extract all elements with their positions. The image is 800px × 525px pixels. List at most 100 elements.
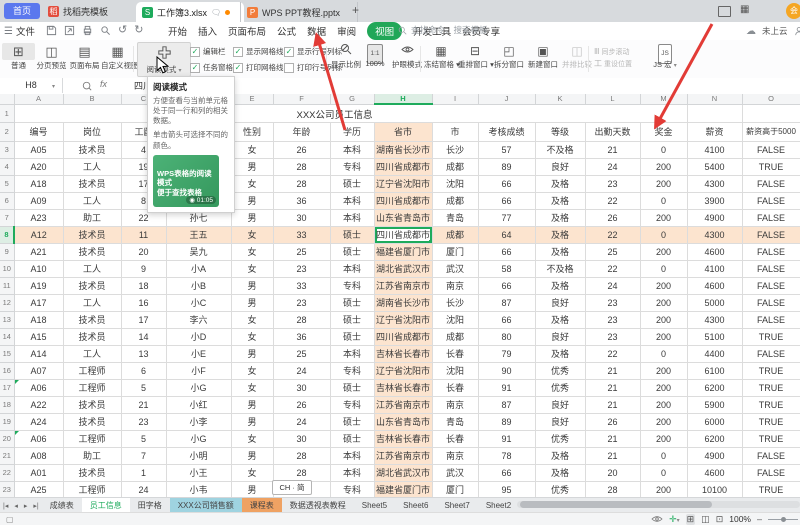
cell-E5[interactable]: 女 (231, 175, 273, 192)
cell-N14[interactable]: 5100 (687, 328, 742, 345)
cell-O14[interactable]: TRUE (742, 328, 800, 345)
cell-M8[interactable]: 0 (640, 226, 687, 243)
row-header[interactable]: 16 (0, 362, 14, 379)
cell-J13[interactable]: 66 (478, 311, 535, 328)
row-header[interactable]: 17 (0, 379, 14, 396)
cell-C8[interactable]: 11 (121, 226, 166, 243)
cell-J22[interactable]: 66 (478, 464, 535, 481)
cell-J5[interactable]: 66 (478, 175, 535, 192)
cell-A14[interactable]: A15 (14, 328, 63, 345)
cell-B9[interactable]: 技术员 (63, 243, 121, 260)
cell-J17[interactable]: 91 (478, 379, 535, 396)
cell-J18[interactable]: 87 (478, 396, 535, 413)
cell-K21[interactable]: 及格 (535, 447, 585, 464)
cell-A15[interactable]: A14 (14, 345, 63, 362)
cell-G10[interactable]: 本科 (330, 260, 374, 277)
cell-C19[interactable]: 23 (121, 413, 166, 430)
cell-N9[interactable]: 4600 (687, 243, 742, 260)
cell-B14[interactable]: 技术员 (63, 328, 121, 345)
cell-C10[interactable]: 9 (121, 260, 166, 277)
cell-D12[interactable]: 小C (166, 294, 231, 311)
cell-N11[interactable]: 4600 (687, 277, 742, 294)
cell-H3[interactable]: 湖南省长沙市 (374, 141, 432, 158)
cell-N20[interactable]: 6200 (687, 430, 742, 447)
column-header-J[interactable]: J (478, 94, 535, 104)
cell-B23[interactable]: 工程师 (63, 481, 121, 498)
cell-E16[interactable]: 女 (231, 362, 273, 379)
cell-B11[interactable]: 技术员 (63, 277, 121, 294)
cell-G9[interactable]: 硕士 (330, 243, 374, 260)
cell-K8[interactable]: 及格 (535, 226, 585, 243)
menu-item-插入[interactable]: 插入 (198, 24, 217, 38)
cell-M4[interactable]: 200 (640, 158, 687, 175)
header-cell[interactable]: 岗位 (63, 122, 121, 141)
checkbox-打印网格线[interactable]: ✓打印网格线 (233, 62, 284, 73)
header-cell[interactable]: 薪资高于5000 (742, 122, 800, 141)
reading-mode-status-icon[interactable]: ✛▾ (669, 514, 680, 525)
cell-N10[interactable]: 4100 (687, 260, 742, 277)
column-header-A[interactable]: A (14, 94, 63, 104)
sheet-tab-员工信息[interactable]: 员工信息 (82, 498, 130, 513)
row-header[interactable]: 18 (0, 396, 14, 413)
cell-A20[interactable]: A06 (14, 430, 63, 447)
cell-O3[interactable]: FALSE (742, 141, 800, 158)
row-header[interactable]: 10 (0, 260, 14, 277)
column-header-M[interactable]: M (640, 94, 687, 104)
cell-H8[interactable]: 四川省成都市 (374, 226, 432, 243)
home-tab[interactable]: 首页 (4, 3, 40, 19)
cell-F5[interactable]: 28 (273, 175, 330, 192)
cell-G15[interactable]: 本科 (330, 345, 374, 362)
cell-D11[interactable]: 小B (166, 277, 231, 294)
sheet-title-cell[interactable]: XXX公司员工信息 (14, 104, 687, 122)
app-grid-icon[interactable]: ▦ (740, 4, 749, 15)
sheet-tab-成绩表[interactable]: 成绩表 (42, 498, 82, 513)
cell-A8[interactable]: A12 (14, 226, 63, 243)
header-cell[interactable]: 出勤天数 (585, 122, 640, 141)
cell-D22[interactable]: 小王 (166, 464, 231, 481)
cell-D9[interactable]: 吴九 (166, 243, 231, 260)
cell-L6[interactable]: 22 (585, 192, 640, 209)
cell-C21[interactable]: 7 (121, 447, 166, 464)
row-header[interactable]: 7 (0, 209, 14, 226)
cell-O16[interactable]: TRUE (742, 362, 800, 379)
cell-E13[interactable]: 女 (231, 311, 273, 328)
cell-B6[interactable]: 工人 (63, 192, 121, 209)
cell-H6[interactable]: 四川省成都市 (374, 192, 432, 209)
cell-H11[interactable]: 江苏省南京市 (374, 277, 432, 294)
cell-O21[interactable]: FALSE (742, 447, 800, 464)
cell-I22[interactable]: 武汉 (432, 464, 478, 481)
cell-L13[interactable]: 23 (585, 311, 640, 328)
cell[interactable] (687, 104, 742, 122)
cell-F8[interactable]: 33 (273, 226, 330, 243)
cell-C15[interactable]: 13 (121, 345, 166, 362)
cell-D10[interactable]: 小A (166, 260, 231, 277)
cell-D8[interactable]: 王五 (166, 226, 231, 243)
cell-L8[interactable]: 22 (585, 226, 640, 243)
cell-I15[interactable]: 长春 (432, 345, 478, 362)
cell-G16[interactable]: 专科 (330, 362, 374, 379)
cell-N7[interactable]: 4900 (687, 209, 742, 226)
cell-I10[interactable]: 武汉 (432, 260, 478, 277)
cell-C17[interactable]: 5 (121, 379, 166, 396)
cell-J20[interactable]: 91 (478, 430, 535, 447)
menu-item-数据[interactable]: 数据 (307, 24, 326, 38)
checkbox-任务窗格[interactable]: ✓任务窗格 (190, 62, 233, 73)
cell-C22[interactable]: 1 (121, 464, 166, 481)
cell-A22[interactable]: A01 (14, 464, 63, 481)
cell-G11[interactable]: 专科 (330, 277, 374, 294)
cell-A17[interactable]: A06 (14, 379, 63, 396)
row-header[interactable]: 3 (0, 141, 14, 158)
cell-E23[interactable]: 男 (231, 481, 273, 498)
cell-O22[interactable]: FALSE (742, 464, 800, 481)
selection-mode-icon[interactable]: ▢ (6, 515, 14, 524)
cell-K15[interactable]: 及格 (535, 345, 585, 362)
cell-B4[interactable]: 工人 (63, 158, 121, 175)
column-header-F[interactable]: F (273, 94, 330, 104)
docer-tab[interactable]: 稻 找稻壳模板 (48, 5, 108, 18)
cell-K7[interactable]: 及格 (535, 209, 585, 226)
zoom-100-button[interactable]: 1:1 100% (362, 43, 388, 68)
cell-C20[interactable]: 5 (121, 430, 166, 447)
cell-M12[interactable]: 200 (640, 294, 687, 311)
cell-O20[interactable]: TRUE (742, 430, 800, 447)
cell-A18[interactable]: A22 (14, 396, 63, 413)
